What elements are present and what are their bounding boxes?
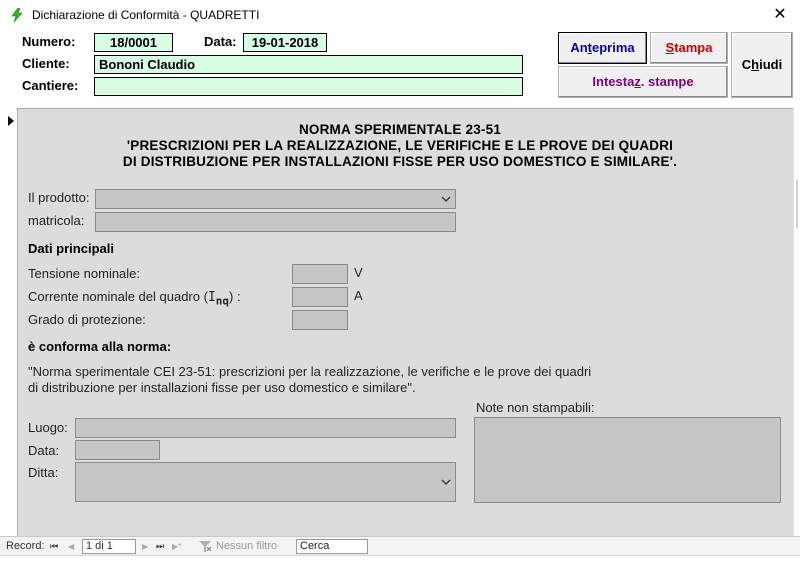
intestazione-stampe-button[interactable]: Intestaz. stampe <box>558 66 728 98</box>
data-field[interactable]: 19-01-2018 <box>243 33 327 52</box>
record-navigation-bar: Record: ⏮ ◀ 1 di 1 ▶ ⏭ ▶* Nessun filtro … <box>0 536 800 555</box>
norma-quote-line2: di distribuzione per installazioni fisse… <box>28 380 416 395</box>
data-firma-field[interactable] <box>75 440 160 460</box>
matricola-label: matricola: <box>28 213 85 228</box>
matricola-field[interactable] <box>95 212 456 232</box>
corrente-unit: A <box>354 288 363 303</box>
cantiere-label: Cantiere: <box>22 78 79 93</box>
chiudi-button[interactable]: Chiudi <box>731 32 793 98</box>
tensione-field[interactable] <box>292 264 348 284</box>
close-window-button[interactable]: ✕ <box>770 5 790 25</box>
grado-field[interactable] <box>292 310 348 330</box>
note-field[interactable] <box>474 417 781 503</box>
luogo-field[interactable] <box>75 418 456 438</box>
prodotto-combo[interactable] <box>95 189 456 209</box>
corrente-field[interactable] <box>292 287 348 307</box>
app-window: Dichiarazione di Conformità - QUADRETTI … <box>0 0 800 563</box>
grado-label: Grado di protezione: <box>28 312 146 327</box>
numero-label: Numero: <box>22 34 76 49</box>
filter-status[interactable]: Nessun filtro <box>216 540 277 552</box>
norma-title-line2: 'PRESCRIZIONI PER LA REALIZZAZIONE, LE V… <box>126 138 674 153</box>
ditta-combo[interactable] <box>75 462 456 502</box>
norma-title-line3: DI DISTRIBUZIONE PER INSTALLAZIONI FISSE… <box>122 154 678 169</box>
corrente-label: Corrente nominale del quadro (Inq) : <box>28 289 241 308</box>
window-bottom-border <box>0 555 800 563</box>
conforme-heading: è conforma alla norma: <box>28 339 172 354</box>
luogo-label: Luogo: <box>28 420 68 435</box>
window-title: Dichiarazione di Conformità - QUADRETTI <box>32 8 260 22</box>
prodotto-label: Il prodotto: <box>28 190 90 205</box>
data-firma-label: Data: <box>28 443 60 458</box>
stampa-button[interactable]: Stampa <box>650 32 728 64</box>
search-input[interactable]: Cerca <box>296 539 368 554</box>
vertical-scrollbar[interactable] <box>793 108 800 536</box>
chiudi-label: Chiudi <box>741 57 783 72</box>
record-selector[interactable] <box>0 108 18 536</box>
filter-icon[interactable] <box>198 540 212 553</box>
title-bar: Dichiarazione di Conformità - QUADRETTI … <box>0 0 800 30</box>
dati-principali-heading: Dati principali <box>28 241 114 256</box>
norma-quote-line1: "Norma sperimentale CEI 23-51: prescrizi… <box>28 364 592 379</box>
numero-field[interactable]: 18/0001 <box>94 33 173 52</box>
stampa-label: Stampa <box>665 40 713 55</box>
chevron-down-icon[interactable] <box>439 192 453 206</box>
current-record-input[interactable]: 1 di 1 <box>82 539 136 554</box>
scrollbar-thumb[interactable] <box>796 180 798 228</box>
tensione-unit: V <box>354 265 363 280</box>
next-record-icon[interactable]: ▶ <box>142 542 148 551</box>
anteprima-label: Anteprima <box>570 40 635 55</box>
new-record-icon[interactable]: ▶* <box>172 542 181 551</box>
first-record-icon[interactable]: ⏮ <box>50 541 58 552</box>
cliente-field[interactable]: Bononi Claudio <box>94 55 523 74</box>
header-panel: Numero: 18/0001 Data: 19-01-2018 Cliente… <box>0 30 800 108</box>
record-label: Record: <box>6 540 45 552</box>
cliente-label: Cliente: <box>22 56 70 71</box>
norma-title-line1: NORMA SPERIMENTALE 23-51 <box>298 122 502 137</box>
chevron-down-icon[interactable] <box>439 475 453 489</box>
last-record-icon[interactable]: ⏭ <box>156 541 164 552</box>
previous-record-icon[interactable]: ◀ <box>68 542 74 551</box>
intestazione-stampe-label: Intestaz. stampe <box>592 74 694 89</box>
note-label: Note non stampabili: <box>476 400 595 415</box>
cantiere-field[interactable] <box>94 77 523 96</box>
ditta-label: Ditta: <box>28 465 59 480</box>
tensione-label: Tensione nominale: <box>28 266 141 281</box>
lightning-icon <box>11 8 23 22</box>
data-label: Data: <box>204 34 237 49</box>
anteprima-button[interactable]: Anteprima <box>558 32 647 64</box>
